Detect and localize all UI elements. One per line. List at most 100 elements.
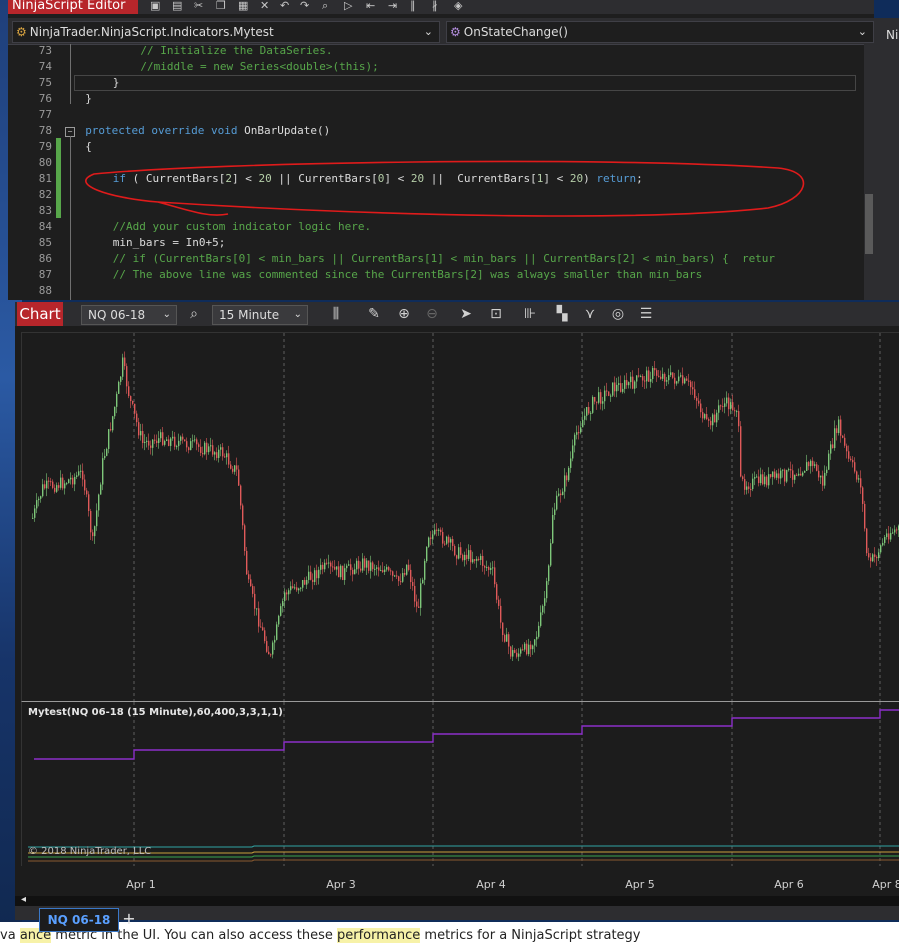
candle-body [60, 477, 62, 488]
candle-body [276, 624, 278, 640]
line-number: 79 [38, 140, 52, 153]
scrollbar-thumb[interactable] [865, 194, 873, 254]
candle-body [50, 481, 52, 483]
print-icon[interactable]: ▤ [172, 0, 186, 11]
add-tab-button[interactable]: + [121, 908, 137, 930]
candle-body [380, 570, 382, 572]
x-axis-label: Apr 5 [625, 878, 655, 891]
candle-body [586, 407, 588, 416]
templates-icon[interactable]: ▚ [553, 306, 571, 322]
candle-body [86, 490, 88, 495]
find-icon[interactable]: ⌕ [322, 0, 336, 11]
chevron-down-icon: ⌄ [162, 309, 171, 320]
candle-body [590, 412, 592, 414]
candle-body [484, 565, 486, 568]
uncomment-icon[interactable]: ∦ [432, 0, 446, 11]
candle-body [790, 469, 792, 471]
candle-body [286, 592, 288, 595]
type-combo[interactable]: ⚙ NinjaTrader.NinjaScript.Indicators.Myte… [12, 21, 440, 43]
code-token: // Initialize the DataSeries. [140, 44, 333, 57]
properties-icon[interactable]: ☰ [637, 306, 655, 322]
candle-body [270, 654, 272, 656]
candle-body [708, 419, 710, 421]
candle-body [548, 565, 550, 582]
comment-icon[interactable]: ∥ [410, 0, 424, 11]
chevron-down-icon: ⌄ [857, 25, 867, 38]
candle-body [102, 458, 104, 485]
line-number: 84 [38, 220, 52, 233]
scroll-left-icon[interactable]: ◂ [21, 894, 26, 905]
candle-body [674, 377, 676, 384]
indicator-plot-line [28, 855, 899, 858]
pointer-icon[interactable]: ➤ [457, 306, 475, 322]
line-number: 78 [38, 124, 52, 137]
reload-icon[interactable]: ◎ [609, 306, 627, 322]
zoom-out-icon[interactable]: ⊖ [423, 306, 441, 322]
candle-body [610, 395, 612, 397]
chart-horizontal-scrollbar[interactable]: ◂ [15, 894, 899, 906]
candle-body [608, 391, 610, 396]
candle-body [886, 533, 888, 538]
candle-body [600, 392, 602, 404]
candle-body [416, 601, 418, 607]
price-panel[interactable] [21, 332, 899, 701]
candle-body [556, 495, 558, 510]
candle-body [596, 401, 598, 403]
member-combo[interactable]: ⚙ OnStateChange() ⌄ [446, 21, 874, 43]
candle-body [896, 529, 898, 531]
tab-nq-06-18[interactable]: NQ 06-18 [39, 908, 119, 932]
candle-body [66, 483, 68, 485]
strategies-icon[interactable]: ⋎ [581, 306, 599, 322]
search-icon[interactable]: ⌕ [185, 306, 203, 322]
candle-body [106, 448, 108, 456]
candle-body [396, 575, 398, 577]
redo-icon[interactable]: ↷ [300, 0, 314, 11]
candle-body [110, 429, 112, 431]
candle-body [436, 529, 438, 531]
zoom-in-icon[interactable]: ⊕ [395, 306, 413, 322]
editor-title[interactable]: NinjaScript Editor [8, 0, 142, 14]
candle-body [186, 441, 188, 448]
save-icon[interactable]: ▣ [150, 0, 164, 11]
editor-vertical-scrollbar[interactable] [864, 44, 874, 300]
candle-body [406, 564, 408, 575]
candle-body [566, 475, 568, 481]
bg-text-pre: va [0, 928, 16, 943]
candle-body [88, 494, 90, 512]
member-combo-value: OnStateChange() [463, 25, 568, 39]
indicator-label: Mytest(NQ 06-18 (15 Minute),60,400,3,3,1… [28, 707, 283, 718]
visual-studio-icon[interactable]: ◈ [454, 0, 468, 11]
time-axis[interactable]: Apr 1 Apr 3 Apr 4 Apr 5 Apr 6 Apr 8 [21, 866, 899, 896]
candle-body [842, 435, 844, 438]
editor-toolbar: ▣ ▤ ✂ ❐ ▦ ✕ ↶ ↷ ⌕ ▷ ⇤ ⇥ ∥ ∦ ◈ [138, 0, 874, 14]
bar-type-icon[interactable]: ⫼ [327, 306, 345, 322]
candle-body [534, 639, 536, 646]
indent-icon[interactable]: ⇥ [388, 0, 402, 11]
undo-icon[interactable]: ↶ [280, 0, 294, 11]
candle-body [160, 432, 162, 439]
interval-selector[interactable]: 15 Minute ⌄ [212, 305, 308, 325]
candle-body [706, 414, 708, 420]
delete-icon[interactable]: ✕ [260, 0, 274, 11]
indicator-panel[interactable]: Mytest(NQ 06-18 (15 Minute),60,400,3,3,1… [21, 701, 899, 867]
candle-body [652, 368, 654, 379]
cut-icon[interactable]: ✂ [194, 0, 208, 11]
candle-body [200, 446, 202, 453]
chart-title[interactable]: Chart [17, 302, 63, 326]
candle-body [330, 562, 332, 567]
line-number: 76 [38, 92, 52, 105]
candle-body [624, 380, 626, 389]
compile-icon[interactable]: ▷ [344, 0, 358, 11]
code-token: // if (CurrentBars[0] < min_bars || Curr… [112, 252, 776, 265]
code-token: } [85, 92, 92, 105]
paste-icon[interactable]: ▦ [238, 0, 252, 11]
copy-icon[interactable]: ❐ [216, 0, 230, 11]
candle-body [336, 566, 338, 570]
data-box-icon[interactable]: ⊡ [487, 306, 505, 322]
candle-body [658, 375, 660, 377]
outdent-icon[interactable]: ⇤ [366, 0, 380, 11]
chart-trader-icon[interactable]: ⊪ [521, 306, 539, 322]
instrument-selector[interactable]: NQ 06-18 ⌄ [81, 305, 177, 325]
drawing-tool-icon[interactable]: ✎ [365, 306, 383, 322]
candle-body [322, 564, 324, 570]
